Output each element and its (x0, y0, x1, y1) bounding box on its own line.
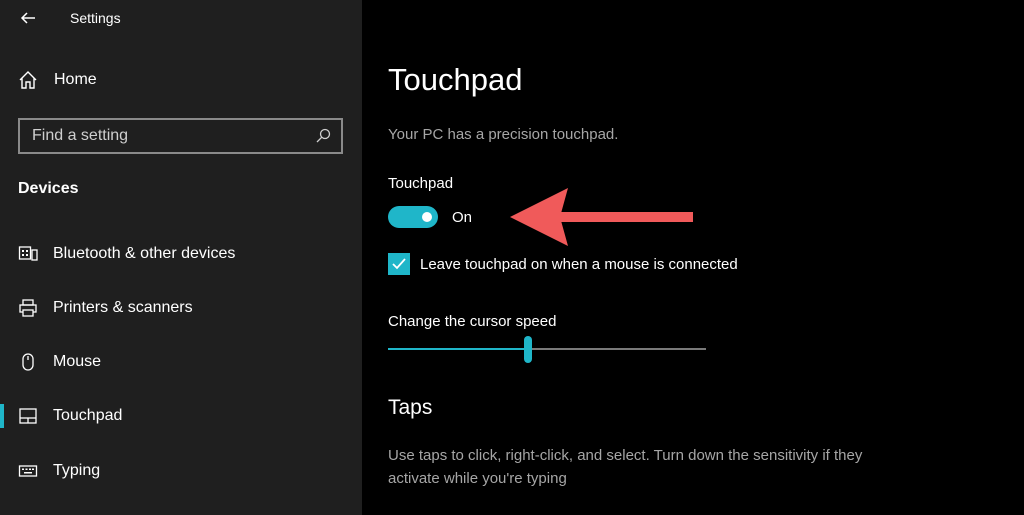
sidebar-item-home[interactable]: Home (18, 70, 97, 90)
bluetooth-devices-icon (18, 244, 38, 264)
app-title: Settings (70, 10, 121, 26)
annotation-arrow-icon (510, 188, 693, 246)
leave-touchpad-on-checkbox[interactable] (388, 253, 410, 275)
keyboard-icon (18, 461, 38, 481)
leave-touchpad-on-label: Leave touchpad on when a mouse is connec… (420, 256, 738, 273)
touchpad-toggle-label: Touchpad (388, 175, 454, 192)
cursor-speed-slider[interactable] (388, 336, 706, 364)
sidebar-item-mouse[interactable]: Mouse (0, 342, 362, 382)
precision-touchpad-info: Your PC has a precision touchpad. (388, 126, 619, 143)
back-arrow-icon (20, 12, 35, 24)
page-title: Touchpad (388, 62, 523, 97)
sidebar-item-label: Mouse (53, 353, 102, 370)
mouse-icon (18, 352, 38, 372)
search-icon[interactable] (311, 124, 335, 148)
section-heading: Devices (18, 180, 79, 197)
sidebar-item-label: Touchpad (53, 407, 123, 424)
sidebar-item-label: Printers & scanners (53, 299, 193, 316)
search-input[interactable] (20, 119, 311, 153)
checkmark-icon (392, 258, 406, 270)
sidebar-item-typing[interactable]: Typing (0, 451, 362, 491)
cursor-speed-label: Change the cursor speed (388, 313, 557, 330)
taps-heading: Taps (388, 396, 433, 419)
home-label: Home (54, 71, 97, 88)
sidebar: Settings Home Devices Bluetooth & other … (0, 0, 362, 515)
active-indicator (0, 404, 4, 428)
sidebar-item-bluetooth[interactable]: Bluetooth & other devices (0, 234, 362, 274)
back-button[interactable] (16, 6, 40, 30)
search-box[interactable] (18, 118, 343, 154)
touchpad-toggle[interactable] (388, 206, 438, 228)
sidebar-item-label: Typing (53, 462, 101, 479)
home-icon (19, 71, 37, 89)
sidebar-item-printers[interactable]: Printers & scanners (0, 288, 362, 328)
touchpad-icon (18, 406, 38, 426)
sidebar-item-label: Bluetooth & other devices (53, 245, 236, 262)
taps-description: Use taps to click, right-click, and sele… (388, 447, 863, 487)
toggle-knob (422, 212, 432, 222)
slider-fill (388, 348, 528, 350)
printer-icon (18, 298, 38, 318)
slider-thumb[interactable] (524, 336, 532, 363)
sidebar-item-touchpad[interactable]: Touchpad (0, 396, 362, 436)
toggle-state-text: On (452, 209, 473, 226)
